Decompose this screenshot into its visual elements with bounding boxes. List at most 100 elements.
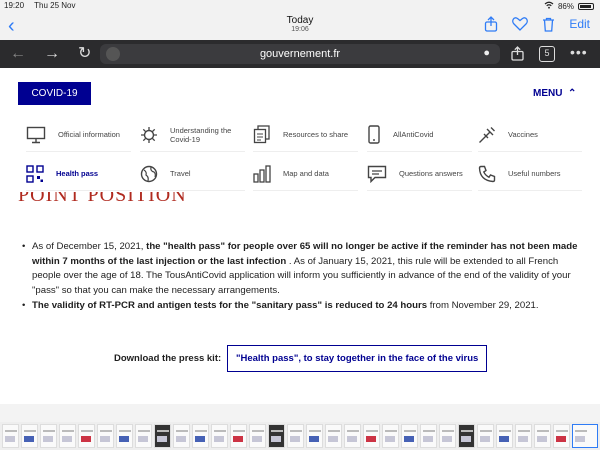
photo-thumbnail[interactable] bbox=[2, 424, 19, 448]
photo-thumbnail[interactable] bbox=[420, 424, 437, 448]
bullet-list: As of December 15, 2021, the "health pas… bbox=[22, 240, 582, 315]
photo-thumbnail[interactable] bbox=[97, 424, 114, 448]
chevron-up-icon: ⌃ bbox=[565, 88, 577, 99]
photo-thumbnail[interactable] bbox=[116, 424, 133, 448]
press-kit-download-button[interactable]: "Health pass", to stay together in the f… bbox=[227, 345, 488, 372]
status-bar: 19:20 Thu 25 Nov 86% bbox=[0, 0, 600, 12]
nav-label: AllAntiCovid bbox=[393, 130, 434, 139]
photo-thumbnail-current[interactable] bbox=[572, 424, 598, 448]
nav-label: Resources to share bbox=[283, 130, 349, 139]
menu-toggle[interactable]: MENU ⌃ bbox=[533, 88, 576, 99]
photo-thumbnail-strip[interactable] bbox=[0, 422, 600, 450]
photo-thumbnail[interactable] bbox=[287, 424, 304, 448]
page-bottom-area bbox=[0, 404, 600, 422]
nav-item-resources[interactable]: Resources to share bbox=[253, 118, 358, 152]
photo-thumbnail[interactable] bbox=[192, 424, 209, 448]
tab-count-button[interactable]: 5 bbox=[539, 46, 555, 62]
address-bar[interactable]: gouvernement.fr ● bbox=[100, 44, 500, 64]
syringe-icon bbox=[479, 126, 495, 143]
delete-icon[interactable] bbox=[542, 17, 555, 32]
microphone-icon[interactable]: ● bbox=[483, 47, 490, 59]
nav-label: Questions answers bbox=[399, 169, 463, 178]
nav-label: Official information bbox=[58, 130, 120, 139]
covid-19-button[interactable]: COVID-19 bbox=[18, 82, 91, 105]
reload-icon[interactable]: ↻ bbox=[78, 45, 91, 63]
nav-item-health-pass[interactable]: Health pass bbox=[26, 157, 131, 191]
photo-thumbnail[interactable] bbox=[401, 424, 418, 448]
url-text: gouvernement.fr bbox=[259, 48, 341, 60]
browser-back-arrow-icon[interactable]: ← bbox=[10, 45, 26, 63]
photo-thumbnail[interactable] bbox=[21, 424, 38, 448]
battery-percent: 86% bbox=[557, 1, 574, 11]
wifi-icon bbox=[544, 1, 554, 11]
nav-label: Vaccines bbox=[508, 130, 538, 139]
photo-thumbnail[interactable] bbox=[515, 424, 532, 448]
nav-item-map-and-data[interactable]: Map and data bbox=[253, 157, 358, 191]
nav-item-useful-numbers[interactable]: Useful numbers bbox=[478, 157, 582, 191]
photo-thumbnail[interactable] bbox=[59, 424, 76, 448]
list-item: As of December 15, 2021, the "health pas… bbox=[22, 240, 582, 298]
list-item: The validity of RT-PCR and antigen tests… bbox=[22, 299, 582, 314]
photo-thumbnail[interactable] bbox=[439, 424, 456, 448]
documents-icon bbox=[253, 125, 270, 144]
nav-item-questions-answers[interactable]: Questions answers bbox=[367, 157, 472, 191]
browser-forward-arrow-icon[interactable]: → bbox=[44, 45, 60, 63]
menu-label: MENU bbox=[533, 88, 563, 99]
section-heading: POINT POSITION bbox=[18, 192, 187, 206]
section-heading-text: POINT POSITION bbox=[18, 192, 187, 206]
photo-thumbnail[interactable] bbox=[553, 424, 570, 448]
more-options-icon[interactable]: ••• bbox=[570, 44, 588, 60]
chat-icon bbox=[367, 165, 387, 183]
bullet-text: As of December 15, 2021, bbox=[32, 241, 147, 252]
press-kit-label: Download the press kit: bbox=[114, 353, 222, 364]
status-time: 19:20 bbox=[4, 1, 25, 10]
photo-thumbnail[interactable] bbox=[306, 424, 323, 448]
bullet-text: from November 29, 2021. bbox=[427, 300, 539, 311]
photo-thumbnail[interactable] bbox=[344, 424, 361, 448]
photo-thumbnail[interactable] bbox=[382, 424, 399, 448]
nav-label: Understanding the Covid-19 bbox=[170, 125, 232, 144]
photo-thumbnail[interactable] bbox=[154, 424, 171, 448]
browser-toolbar: ← → ↻ gouvernement.fr ● 5 ••• bbox=[0, 40, 600, 68]
photo-thumbnail[interactable] bbox=[534, 424, 551, 448]
photo-thumbnail[interactable] bbox=[458, 424, 475, 448]
nav-item-vaccines[interactable]: Vaccines bbox=[478, 118, 582, 152]
virus-icon bbox=[141, 126, 157, 143]
web-page: COVID-19 MENU ⌃ Official information Und… bbox=[0, 68, 600, 434]
monitor-icon bbox=[26, 126, 46, 143]
photo-thumbnail[interactable] bbox=[363, 424, 380, 448]
photo-thumbnail[interactable] bbox=[249, 424, 266, 448]
bullet-bold-text: The validity of RT-PCR and antigen tests… bbox=[32, 300, 428, 311]
press-kit-section: Download the press kit: "Health pass", t… bbox=[114, 345, 488, 372]
photo-thumbnail[interactable] bbox=[135, 424, 152, 448]
phone-icon bbox=[368, 125, 380, 144]
edit-button[interactable]: Edit bbox=[569, 17, 590, 31]
battery-icon bbox=[578, 2, 594, 10]
nav-item-allanticovid[interactable]: AllAntiCovid bbox=[367, 118, 472, 152]
nav-item-official-information[interactable]: Official information bbox=[26, 118, 131, 152]
browser-share-icon[interactable] bbox=[511, 46, 524, 66]
globe-icon bbox=[140, 165, 158, 182]
photo-thumbnail[interactable] bbox=[40, 424, 57, 448]
bar-chart-icon bbox=[253, 164, 271, 183]
photo-thumbnail[interactable] bbox=[325, 424, 342, 448]
nav-item-travel[interactable]: Travel bbox=[140, 157, 245, 191]
photo-thumbnail[interactable] bbox=[230, 424, 247, 448]
nav-label: Travel bbox=[170, 169, 191, 178]
status-date: Thu 25 Nov bbox=[34, 1, 76, 10]
nav-label: Health pass bbox=[56, 169, 99, 178]
phone-handset-icon bbox=[478, 165, 496, 182]
photo-thumbnail[interactable] bbox=[211, 424, 228, 448]
nav-item-understanding[interactable]: Understanding the Covid-19 bbox=[140, 118, 245, 152]
photo-thumbnail[interactable] bbox=[78, 424, 95, 448]
share-icon[interactable] bbox=[484, 16, 498, 32]
photo-thumbnail[interactable] bbox=[268, 424, 285, 448]
heart-icon[interactable] bbox=[512, 17, 529, 31]
photo-thumbnail[interactable] bbox=[496, 424, 513, 448]
nav-label: Map and data bbox=[283, 169, 329, 178]
qr-code-icon bbox=[26, 164, 44, 183]
photo-thumbnail[interactable] bbox=[173, 424, 190, 448]
photo-header: ‹ Today 19:06 Edit bbox=[0, 12, 600, 40]
photo-thumbnail[interactable] bbox=[477, 424, 494, 448]
nav-label: Useful numbers bbox=[508, 169, 561, 178]
